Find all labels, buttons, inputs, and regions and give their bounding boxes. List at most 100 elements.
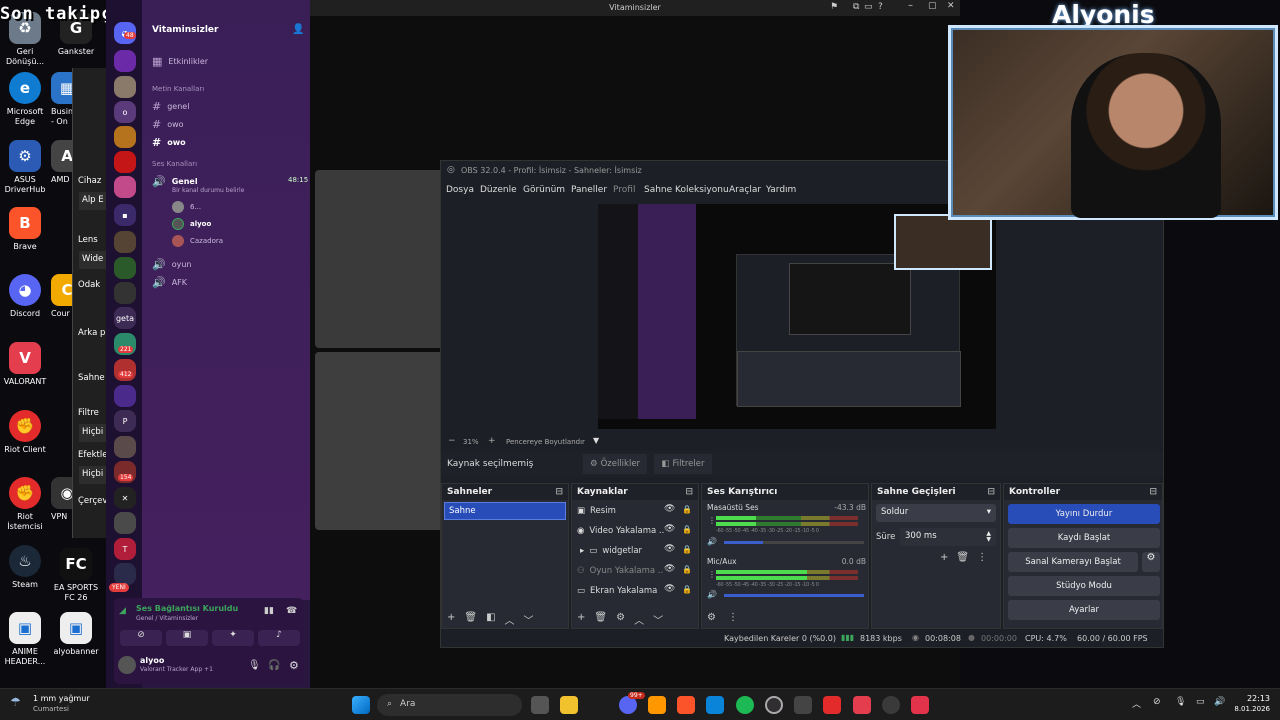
server-name[interactable]: Vitaminsizler — [152, 25, 218, 35]
gear-icon[interactable]: ⚙ — [616, 612, 625, 627]
obs-icon[interactable] — [765, 696, 783, 714]
gear-icon[interactable]: ⚙ — [707, 612, 716, 623]
zoom-out-icon[interactable]: − — [448, 436, 456, 446]
weather-icon[interactable]: ☂ — [10, 695, 21, 709]
avatar[interactable] — [118, 656, 136, 674]
menu-tools[interactable]: Araçlar — [729, 185, 761, 195]
channel-owo[interactable]: # owo — [152, 118, 184, 131]
help-icon[interactable]: ? — [878, 2, 883, 12]
vpn-icon[interactable]: ◉ VPN — [51, 477, 73, 522]
weather-text[interactable]: 1 mm yağmur — [33, 694, 90, 703]
volume-slider[interactable] — [724, 541, 864, 544]
source-item[interactable]: ◉ Video Yakalama .. — [577, 526, 664, 536]
trash-icon[interactable]: 🗑 — [956, 552, 969, 563]
voice-user[interactable]: Cazadora — [172, 235, 223, 247]
steam-icon[interactable]: ♨ Steam — [0, 545, 50, 590]
image-file-icon[interactable]: ▣ alyobanner — [51, 612, 101, 657]
voice-status[interactable]: Bir kanal durumu belirle — [172, 187, 244, 194]
add-icon[interactable]: + — [577, 612, 585, 627]
server-icon[interactable] — [114, 176, 136, 198]
menu-scene-collection[interactable]: Sahne Koleksiyonu — [644, 185, 729, 195]
gear-icon[interactable]: ⚙ — [1142, 552, 1160, 572]
server-icon[interactable] — [114, 282, 136, 304]
lock-icon[interactable]: 🔒 — [682, 565, 692, 574]
connection-sub[interactable]: Genel / Vitaminsizler — [136, 615, 198, 622]
server-icon[interactable] — [114, 231, 136, 253]
screen-share-icon[interactable]: ▣ — [166, 630, 208, 646]
voice-channels-header[interactable]: Ses Kanalları — [152, 160, 197, 168]
undock-icon[interactable]: ⊟ — [555, 487, 563, 497]
tray-icon[interactable]: ⊘ — [1153, 697, 1161, 707]
asus-icon[interactable]: ⚙ ASUS DriverHub — [0, 140, 50, 195]
settings-icon[interactable] — [882, 696, 900, 714]
undock-icon[interactable]: ⊟ — [987, 487, 995, 497]
noise-icon[interactable]: ▮▮ — [264, 606, 274, 616]
riot-client-icon[interactable]: ✊ Riot Client — [0, 410, 50, 455]
inbox-icon[interactable]: ▭ — [864, 2, 873, 12]
chevron-down-icon[interactable]: ▼ — [593, 436, 599, 445]
folder-icon[interactable]: ▪ — [114, 204, 136, 226]
clock-date[interactable]: 8.01.2026 — [1226, 705, 1270, 713]
trash-icon[interactable]: 🗑 — [594, 612, 607, 627]
brave-icon[interactable] — [677, 696, 695, 714]
valorant-icon[interactable] — [853, 696, 871, 714]
server-icon[interactable] — [114, 151, 136, 173]
server-icon[interactable]: T — [114, 538, 136, 560]
server-icon[interactable]: P — [114, 410, 136, 432]
preview-canvas[interactable] — [598, 204, 996, 429]
filter-icon[interactable]: ◧ — [486, 612, 495, 627]
clock-time[interactable]: 22:13 — [1234, 694, 1270, 703]
menu-view[interactable]: Görünüm — [523, 185, 565, 195]
popout-icon[interactable]: ⧉ — [853, 2, 859, 12]
speaker-icon[interactable]: 🔊 — [707, 590, 717, 599]
channel-genel[interactable]: # genel — [152, 100, 189, 113]
mic-icon[interactable]: 🎙 — [248, 660, 261, 671]
eye-icon[interactable]: 👁 — [664, 564, 675, 574]
scene-item[interactable]: Sahne — [444, 502, 566, 520]
add-icon[interactable]: + — [447, 612, 455, 627]
start-icon[interactable] — [352, 696, 370, 714]
menu-edit[interactable]: Düzenle — [480, 185, 517, 195]
menu-file[interactable]: Dosya — [446, 185, 474, 195]
voice-channel-afk[interactable]: 🔊 AFK — [152, 276, 187, 289]
sublime-icon[interactable] — [648, 696, 666, 714]
undock-icon[interactable]: ⊟ — [685, 487, 693, 497]
filters-button[interactable]: ◧ Filtreler — [654, 454, 712, 474]
duration-input[interactable]: 300 ms ▲ ▼ — [900, 528, 996, 546]
edge-icon[interactable]: e Microsoft Edge — [0, 72, 50, 127]
source-item[interactable]: ▸ ▭ widgetlar — [580, 546, 642, 556]
amd-icon[interactable]: A AMD — [51, 140, 73, 185]
video-tile[interactable] — [315, 170, 445, 348]
disconnect-icon[interactable]: ☎ — [286, 606, 297, 616]
lock-icon[interactable]: 🔒 — [682, 525, 692, 534]
menu-docks[interactable]: Paneller — [571, 185, 607, 195]
more-icon[interactable]: ⋮ — [728, 612, 738, 623]
voice-channel-oyun[interactable]: 🔊 oyun — [152, 258, 191, 271]
pin-icon[interactable]: ⚑ — [830, 2, 838, 12]
menu-profile[interactable]: Profil — [613, 185, 635, 195]
eye-icon[interactable]: 👁 — [664, 504, 675, 514]
source-item[interactable]: ⚇ Oyun Yakalama .. — [577, 566, 663, 576]
voice-user[interactable]: 6... — [172, 201, 201, 213]
brave-icon[interactable]: B Brave — [0, 207, 50, 252]
undock-icon[interactable]: ⊟ — [1149, 487, 1157, 497]
minimize-icon[interactable]: – — [908, 0, 913, 11]
trash-icon[interactable]: 🗑 — [464, 612, 477, 627]
riot-client-icon[interactable] — [823, 696, 841, 714]
search-box[interactable]: ⌕ Ara — [377, 694, 522, 716]
studio-mode-button[interactable]: Stüdyo Modu — [1008, 576, 1160, 596]
task-view-icon[interactable] — [531, 696, 549, 714]
app-icon[interactable] — [794, 696, 812, 714]
volume-icon[interactable]: 🔊 — [1214, 697, 1225, 707]
video-tile[interactable] — [315, 352, 445, 530]
up-icon[interactable]: ︿ — [505, 612, 515, 627]
file-explorer-icon[interactable] — [560, 696, 578, 714]
server-icon[interactable] — [114, 512, 136, 534]
maximize-icon[interactable]: ▢ — [928, 1, 937, 11]
server-icon[interactable] — [114, 76, 136, 98]
courier-icon[interactable]: C Cour — [51, 274, 73, 319]
channel-menu-icon[interactable]: ⋮ — [708, 516, 716, 525]
menu-help[interactable]: Yardım — [766, 185, 796, 195]
transition-select[interactable]: Soldur ▾ — [876, 504, 996, 522]
server-icon[interactable] — [114, 257, 136, 279]
